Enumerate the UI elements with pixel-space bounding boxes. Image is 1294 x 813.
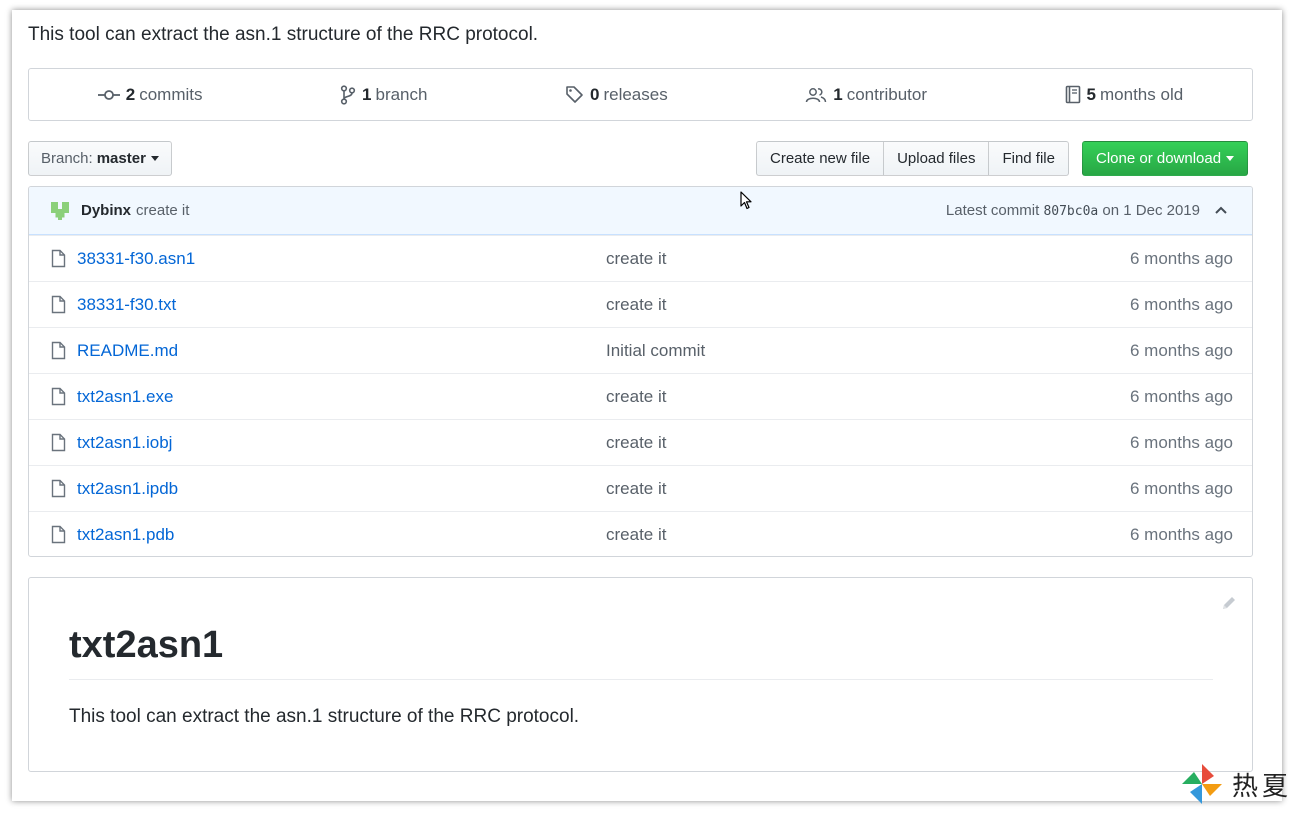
commits-count: 2 [125,84,136,104]
readme-panel: txt2asn1 This tool can extract the asn.1… [28,577,1253,772]
file-icon [51,341,66,360]
watermark: 热夏 [1180,762,1292,806]
file-name-link[interactable]: txt2asn1.exe [77,387,173,407]
clone-or-download-label: Clone or download [1096,150,1222,167]
commit-message[interactable]: create it [136,202,189,219]
releases-link[interactable]: 0 releases [565,85,668,105]
table-row: README.md Initial commit 6 months ago [29,327,1252,373]
upload-files-button[interactable]: Upload files [883,141,990,176]
contributors-link[interactable]: 1 contributor [805,85,927,105]
file-icon [51,249,66,268]
commits-label: commits [139,84,203,104]
file-commit-message[interactable]: create it [606,433,666,453]
file-commit-message[interactable]: create it [606,525,666,545]
releases-count: 0 [589,84,600,104]
file-commit-message[interactable]: create it [606,295,666,315]
file-icon [51,479,66,498]
branch-select-button[interactable]: Branch: master [28,141,172,176]
file-age: 6 months ago [1129,294,1233,314]
watermark-text: 热夏 [1232,771,1293,802]
age-count: 5 [1086,84,1097,104]
repo-summary-bar: 2 commits 1 branch 0 releases 1 contribu… [28,68,1253,121]
caret-down-icon [150,156,159,161]
branch-icon [340,84,356,105]
file-age: 6 months ago [1129,340,1233,360]
table-row: txt2asn1.ipdb create it 6 months ago [29,465,1252,511]
file-age: 6 months ago [1129,478,1233,498]
file-actions-group: Create new file Upload files Find file [756,141,1069,176]
latest-commit-prefix: Latest commit [945,202,1040,219]
pinwheel-logo-icon [1182,764,1222,804]
table-row: 38331-f30.txt create it 6 months ago [29,281,1252,327]
file-age: 6 months ago [1129,524,1233,544]
chevron-up-icon[interactable] [1214,204,1228,216]
book-icon [1065,85,1080,104]
table-row: 38331-f30.asn1 create it 6 months ago [29,235,1252,281]
file-commit-message[interactable]: create it [606,249,666,269]
table-row: txt2asn1.pdb create it 6 months ago [29,511,1252,556]
file-age: 6 months ago [1129,248,1233,268]
readme-body: This tool can extract the asn.1 structur… [69,706,580,727]
find-file-button[interactable]: Find file [988,141,1069,176]
commit-icon [97,89,120,100]
file-name-link[interactable]: txt2asn1.iobj [77,433,172,453]
file-age: 6 months ago [1129,386,1233,406]
branches-label: branch [375,84,428,104]
file-name-link[interactable]: txt2asn1.pdb [77,525,174,545]
file-icon [51,525,66,544]
branches-link[interactable]: 1 branch [340,85,427,105]
clone-or-download-button[interactable]: Clone or download [1082,141,1249,176]
file-list: Dybinx create it Latest commit 807bc0a o… [28,186,1253,557]
file-commit-message[interactable]: create it [606,479,666,499]
commit-date: on 1 Dec 2019 [1102,202,1200,219]
contributors-label: contributor [846,84,928,104]
releases-label: releases [603,84,668,104]
caret-down-icon [1226,156,1235,161]
branch-select-value: master [96,150,146,167]
page-window: This tool can extract the asn.1 structur… [12,10,1282,801]
file-commit-message[interactable]: create it [606,387,666,407]
readme-title: txt2asn1 [69,624,1213,680]
commits-link[interactable]: 2 commits [97,84,203,105]
file-name-link[interactable]: 38331-f30.asn1 [77,249,195,269]
latest-commit-bar: Dybinx create it Latest commit 807bc0a o… [29,187,1252,235]
file-age: 6 months ago [1129,432,1233,452]
repo-age: 5 months old [1065,84,1184,105]
commit-sha[interactable]: 807bc0a [1043,204,1098,219]
age-label: months old [1100,84,1184,104]
commit-author[interactable]: Dybinx [81,202,131,219]
repo-description: This tool can extract the asn.1 structur… [28,24,539,45]
branch-select-label: Branch: [41,150,93,167]
latest-commit-info: Latest commit 807bc0a on 1 Dec 2019 [946,202,1200,219]
file-name-link[interactable]: txt2asn1.ipdb [77,479,178,499]
create-new-file-button[interactable]: Create new file [756,141,885,176]
file-name-link[interactable]: README.md [77,341,178,361]
file-icon [51,387,66,406]
file-icon [51,295,66,314]
pencil-icon[interactable] [1220,594,1238,612]
contributors-count: 1 [833,84,843,104]
people-icon [805,87,827,102]
file-name-link[interactable]: 38331-f30.txt [77,295,176,315]
table-row: txt2asn1.exe create it 6 months ago [29,373,1252,419]
file-commit-message[interactable]: Initial commit [606,341,705,361]
avatar[interactable] [49,199,71,222]
file-icon [51,433,66,452]
table-row: txt2asn1.iobj create it 6 months ago [29,419,1252,465]
branches-count: 1 [362,84,372,104]
mouse-cursor-icon [740,191,752,210]
tag-icon [566,86,583,103]
